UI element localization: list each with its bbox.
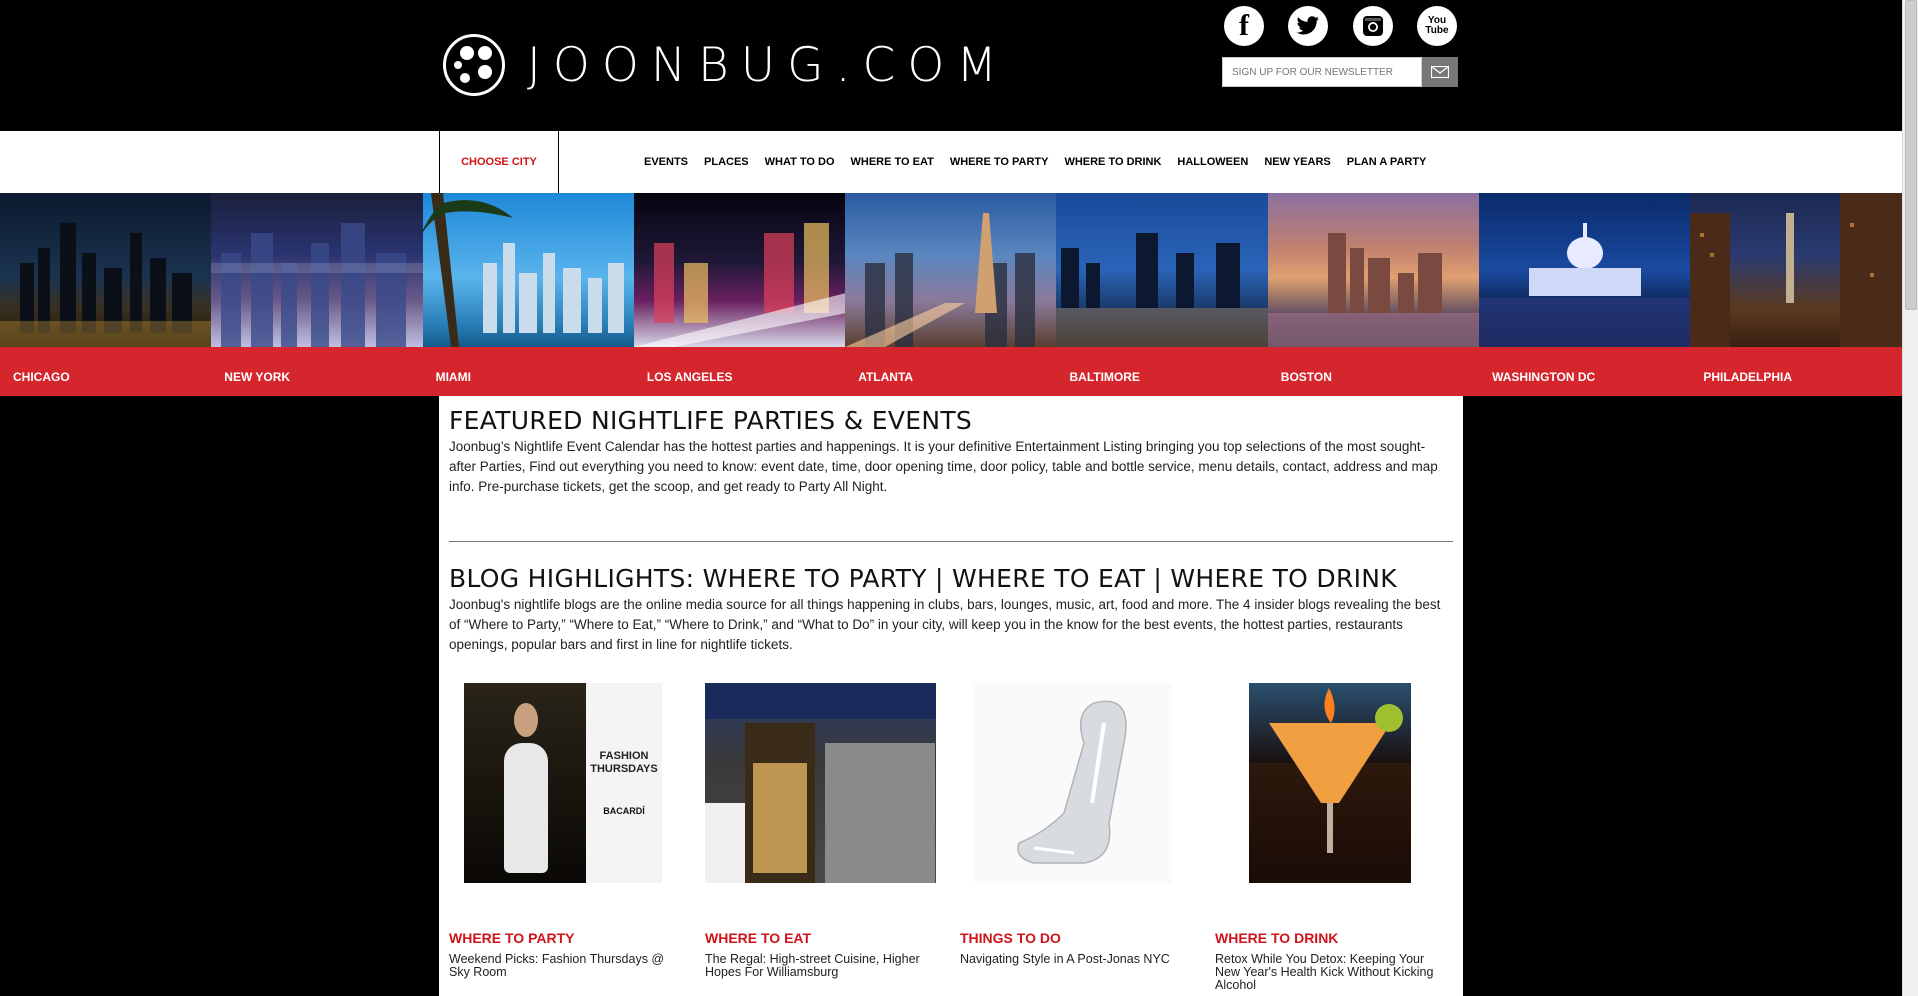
city-tile-miami[interactable]: MIAMI	[422, 193, 634, 396]
blog-post[interactable]: THINGS TO DO Navigating Style in A Post-…	[960, 683, 1190, 966]
blog-post-category[interactable]: WHERE TO DRINK	[1215, 930, 1445, 946]
featured-body: Joonbug’s Nightlife Event Calendar has t…	[449, 439, 1438, 494]
city-tile-chicago[interactable]: CHICAGO	[0, 193, 212, 396]
city-photo	[1267, 193, 1480, 347]
site-logo[interactable]: JOONBUG.COM	[443, 34, 1009, 96]
city-tile-boston[interactable]: BOSTON	[1267, 193, 1480, 396]
city-photo	[422, 193, 634, 347]
city-label: WASHINGTON DC	[1492, 370, 1596, 384]
blog-post[interactable]: FASHION THURSDAYS BACARDÍ WHERE TO PARTY…	[449, 683, 679, 979]
blog-post-title[interactable]: Weekend Picks: Fashion Thursdays @ Sky R…	[449, 953, 679, 979]
city-tile-baltimore[interactable]: BALTIMORE	[1056, 193, 1268, 396]
site-header: JOONBUG.COM f You Tube	[0, 0, 1902, 131]
blog-post-image[interactable]	[974, 683, 1172, 883]
blog-post[interactable]: WHERE TO EAT The Regal: High-street Cuis…	[705, 683, 936, 979]
youtube-icon[interactable]: You Tube	[1417, 6, 1457, 46]
blog-post-title[interactable]: Retox While You Detox: Keeping Your New …	[1215, 953, 1445, 992]
page-scrollbar[interactable]	[1902, 0, 1918, 996]
newsletter-form	[1222, 57, 1458, 87]
city-label: PHILADELPHIA	[1703, 370, 1793, 384]
city-label: LOS ANGELES	[646, 370, 733, 384]
newsletter-submit-button[interactable]	[1422, 57, 1458, 87]
instagram-icon[interactable]	[1353, 6, 1393, 46]
city-photo	[211, 193, 423, 347]
nav-item-halloween[interactable]: HALLOWEEN	[1177, 156, 1248, 168]
page: JOONBUG.COM f You Tube CHOOSE CITY EVENT…	[0, 0, 1918, 996]
city-tile-philadelphia[interactable]: PHILADELPHIA	[1690, 193, 1902, 396]
newsletter-input[interactable]	[1222, 57, 1423, 87]
city-photo	[1690, 193, 1902, 347]
city-label: BOSTON	[1280, 370, 1332, 384]
blog-post-title[interactable]: The Regal: High-street Cuisine, Higher H…	[705, 953, 935, 979]
blog-post-image[interactable]	[705, 683, 936, 883]
blog-post-category[interactable]: WHERE TO PARTY	[449, 930, 679, 946]
city-label: BALTIMORE	[1069, 370, 1140, 384]
blog-post-title[interactable]: Navigating Style in A Post-Jonas NYC	[960, 953, 1190, 966]
poster-brand: BACARDÍ	[603, 806, 645, 816]
blog-post-image[interactable]: FASHION THURSDAYS BACARDÍ	[464, 683, 662, 883]
city-photo	[845, 193, 1057, 347]
city-label: NEW YORK	[224, 370, 291, 384]
main-content: FEATURED NIGHTLIFE PARTIES & EVENTS Joon…	[439, 396, 1463, 996]
nav-item-what-to-do[interactable]: WHAT TO DO	[765, 156, 835, 168]
nav-item-new-years[interactable]: NEW YEARS	[1264, 156, 1330, 168]
blog-body: Joonbug's nightlife blogs are the online…	[449, 597, 1441, 652]
nav-item-where-to-drink[interactable]: WHERE TO DRINK	[1064, 156, 1161, 168]
nav-item-where-to-party[interactable]: WHERE TO PARTY	[950, 156, 1049, 168]
nav-item-events[interactable]: EVENTS	[644, 156, 688, 168]
featured-title: FEATURED NIGHTLIFE PARTIES & EVENTS	[449, 406, 973, 435]
city-label: ATLANTA	[858, 370, 914, 384]
city-label: MIAMI	[435, 370, 471, 384]
blog-title: BLOG HIGHLIGHTS: WHERE TO PARTY | WHERE …	[449, 564, 1398, 593]
blog-post-category[interactable]: WHERE TO EAT	[705, 930, 935, 946]
main-nav: CHOOSE CITY EVENTS PLACES WHAT TO DO WHE…	[0, 131, 1902, 193]
city-photo	[1056, 193, 1268, 347]
choose-city-button[interactable]: CHOOSE CITY	[439, 131, 559, 193]
blog-post-category[interactable]: THINGS TO DO	[960, 930, 1190, 946]
logo-icon	[443, 34, 505, 96]
section-divider	[449, 541, 1453, 542]
mail-icon	[1431, 66, 1450, 78]
city-photo	[1479, 193, 1691, 347]
blog-post-image[interactable]	[1249, 683, 1411, 883]
blog-posts: FASHION THURSDAYS BACARDÍ WHERE TO PARTY…	[449, 683, 1453, 996]
nav-item-where-to-eat[interactable]: WHERE TO EAT	[851, 156, 934, 168]
nav-item-plan-a-party[interactable]: PLAN A PARTY	[1347, 156, 1427, 168]
nav-item-places[interactable]: PLACES	[704, 156, 749, 168]
blog-post[interactable]: WHERE TO DRINK Retox While You Detox: Ke…	[1215, 683, 1445, 992]
city-tile-new-york[interactable]: NEW YORK	[211, 193, 423, 396]
scrollbar-thumb[interactable]	[1905, 0, 1917, 310]
city-photo	[0, 193, 212, 347]
facebook-icon[interactable]: f	[1224, 6, 1264, 46]
nav-items: EVENTS PLACES WHAT TO DO WHERE TO EAT WH…	[644, 131, 1442, 193]
city-strip: CHICAGO NEW YORK MIAMI LOS ANGELES ATLAN…	[0, 193, 1902, 396]
city-label: CHICAGO	[13, 370, 70, 384]
city-tile-los-angeles[interactable]: LOS ANGELES	[633, 193, 846, 396]
city-tile-atlanta[interactable]: ATLANTA	[845, 193, 1057, 396]
poster-title: FASHION THURSDAYS	[590, 750, 658, 775]
city-tile-washington-dc[interactable]: WASHINGTON DC	[1479, 193, 1691, 396]
twitter-icon[interactable]	[1288, 6, 1328, 46]
city-photo	[633, 193, 846, 347]
logo-text: JOONBUG.COM	[527, 37, 1009, 93]
